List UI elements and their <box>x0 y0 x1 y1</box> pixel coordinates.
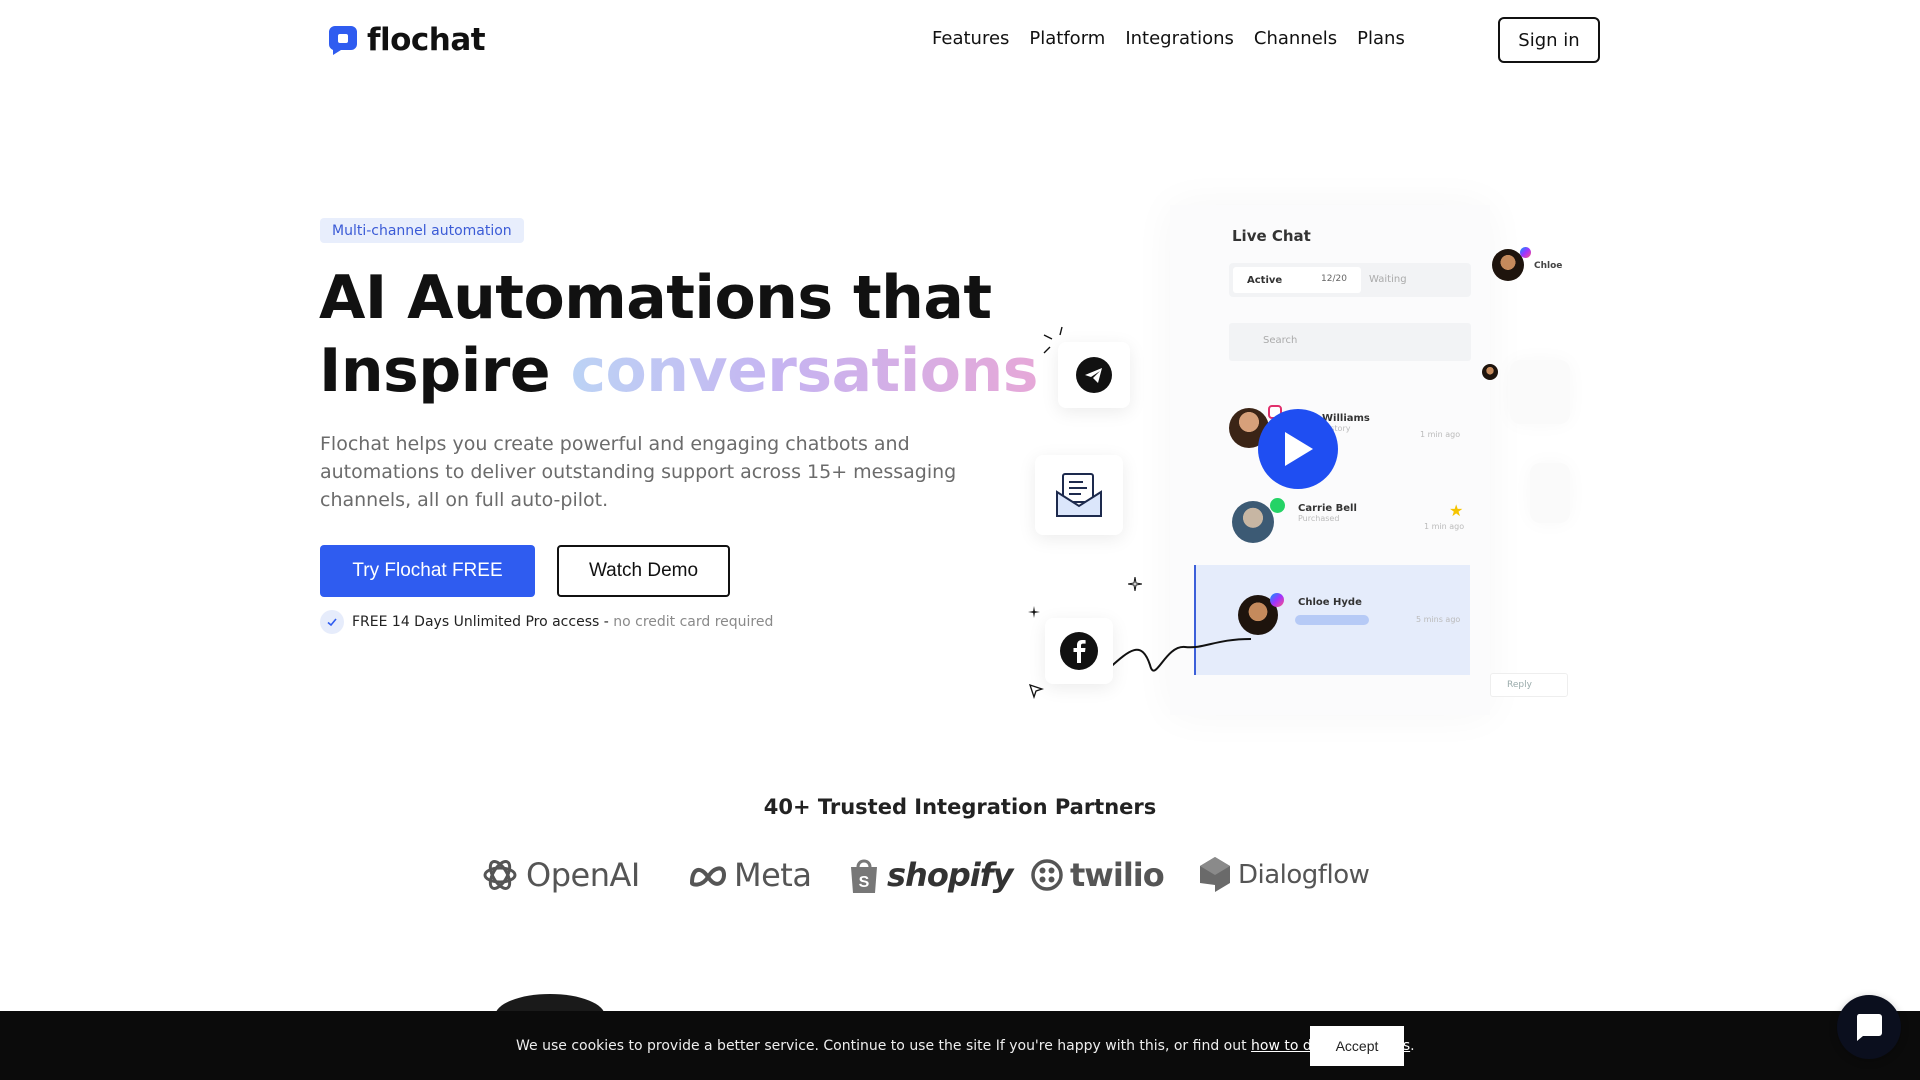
flochat-logo-icon <box>327 24 359 56</box>
facebook-icon <box>1060 632 1098 670</box>
message-bubble <box>1530 463 1570 523</box>
shopify-bag-icon: S <box>851 859 877 893</box>
free-note-strong: FREE 14 Days Unlimited Pro access - <box>352 614 614 630</box>
headline-gradient-word: conversations <box>570 336 1038 406</box>
watch-demo-button[interactable]: Watch Demo <box>557 545 730 597</box>
star-icon: ★ <box>1449 501 1464 520</box>
openai-icon <box>483 860 517 890</box>
partner-logos: OpenAI Meta S shopify twilio Dialogflow <box>480 850 1370 900</box>
meta-logo: Meta <box>688 850 812 900</box>
headline-line-1: AI Automations that <box>319 263 992 333</box>
check-icon <box>320 610 344 634</box>
cookie-text: We use cookies to provide a better servi… <box>516 1038 1415 1054</box>
partners-title: 40+ Trusted Integration Partners <box>763 795 1157 819</box>
tab-waiting[interactable]: Waiting <box>1369 274 1407 285</box>
site-header: flochat Features Platform Integrations C… <box>0 0 1920 80</box>
hero-badge: Multi-channel automation <box>320 218 524 243</box>
dialogflow-logo: Dialogflow <box>1198 850 1370 900</box>
nav-features[interactable]: Features <box>932 28 1009 49</box>
play-demo-button[interactable] <box>1258 409 1338 489</box>
avatar <box>1482 364 1498 380</box>
sign-in-button[interactable]: Sign in <box>1498 17 1600 63</box>
sparkle-icon <box>1028 683 1044 699</box>
meta-icon <box>689 866 727 887</box>
hero-description: Flochat helps you create powerful and en… <box>320 433 957 511</box>
typing-indicator <box>1295 615 1369 625</box>
nav-integrations[interactable]: Integrations <box>1125 28 1234 49</box>
facebook-card <box>1045 618 1113 684</box>
reply-button[interactable]: Reply <box>1490 673 1568 697</box>
sparkle-icon <box>1128 577 1142 591</box>
sparkle-icon <box>1028 606 1040 618</box>
nav-plans[interactable]: Plans <box>1357 28 1405 49</box>
chat-time: 5 mins ago <box>1416 615 1461 624</box>
chat-time: 1 min ago <box>1424 522 1465 531</box>
twilio-logo: twilio <box>1030 850 1165 900</box>
email-card <box>1035 455 1123 535</box>
telegram-icon <box>1076 357 1112 393</box>
live-chat-title: Live Chat <box>1232 227 1311 245</box>
hero-headline: AI Automations that Inspire conversation… <box>319 262 1038 408</box>
email-icon <box>1056 473 1102 517</box>
shopify-logo: S shopify <box>847 850 1013 900</box>
twilio-icon <box>1031 859 1063 891</box>
free-trial-note: FREE 14 Days Unlimited Pro access - no c… <box>320 610 773 634</box>
svg-text:S: S <box>859 874 870 891</box>
brand-name: flochat <box>367 22 486 58</box>
active-count: 12/20 <box>1321 274 1347 284</box>
main-nav: Features Platform Integrations Channels … <box>932 28 1405 49</box>
chat-launcher-button[interactable] <box>1837 995 1901 1059</box>
try-free-button[interactable]: Try Flochat FREE <box>320 545 535 597</box>
whatsapp-icon <box>1270 498 1285 513</box>
chat-search[interactable]: Search <box>1229 323 1471 361</box>
message-bubble <box>1510 360 1570 424</box>
chat-tabs: Active 12/20 Waiting <box>1229 263 1471 297</box>
free-note-muted: no credit card required <box>613 614 774 630</box>
nav-channels[interactable]: Channels <box>1254 28 1337 49</box>
chat-time: 1 min ago <box>1420 430 1461 439</box>
nav-platform[interactable]: Platform <box>1029 28 1105 49</box>
play-icon <box>1285 432 1313 466</box>
messenger-icon <box>1270 593 1284 607</box>
messenger-icon <box>1520 247 1531 258</box>
dialogflow-icon <box>1200 857 1230 892</box>
decorative-line <box>1098 638 1252 678</box>
accept-cookies-button[interactable]: Accept <box>1310 1026 1404 1066</box>
cookie-banner: We use cookies to provide a better servi… <box>0 1011 1920 1080</box>
chat-item-chloe-hyde[interactable]: Chloe Hyde <box>1298 597 1362 608</box>
openai-logo: OpenAI <box>480 850 640 900</box>
chat-bubble-icon <box>1856 1014 1882 1041</box>
telegram-card <box>1058 342 1130 408</box>
chat-item-carrie-bell[interactable]: Carrie Bell Purchased <box>1298 503 1357 523</box>
headline-line-2-plain: Inspire <box>319 336 571 406</box>
side-contact-name: Chloe <box>1534 261 1563 271</box>
flochat-logo[interactable]: flochat <box>327 22 486 58</box>
avatar <box>1232 501 1274 543</box>
